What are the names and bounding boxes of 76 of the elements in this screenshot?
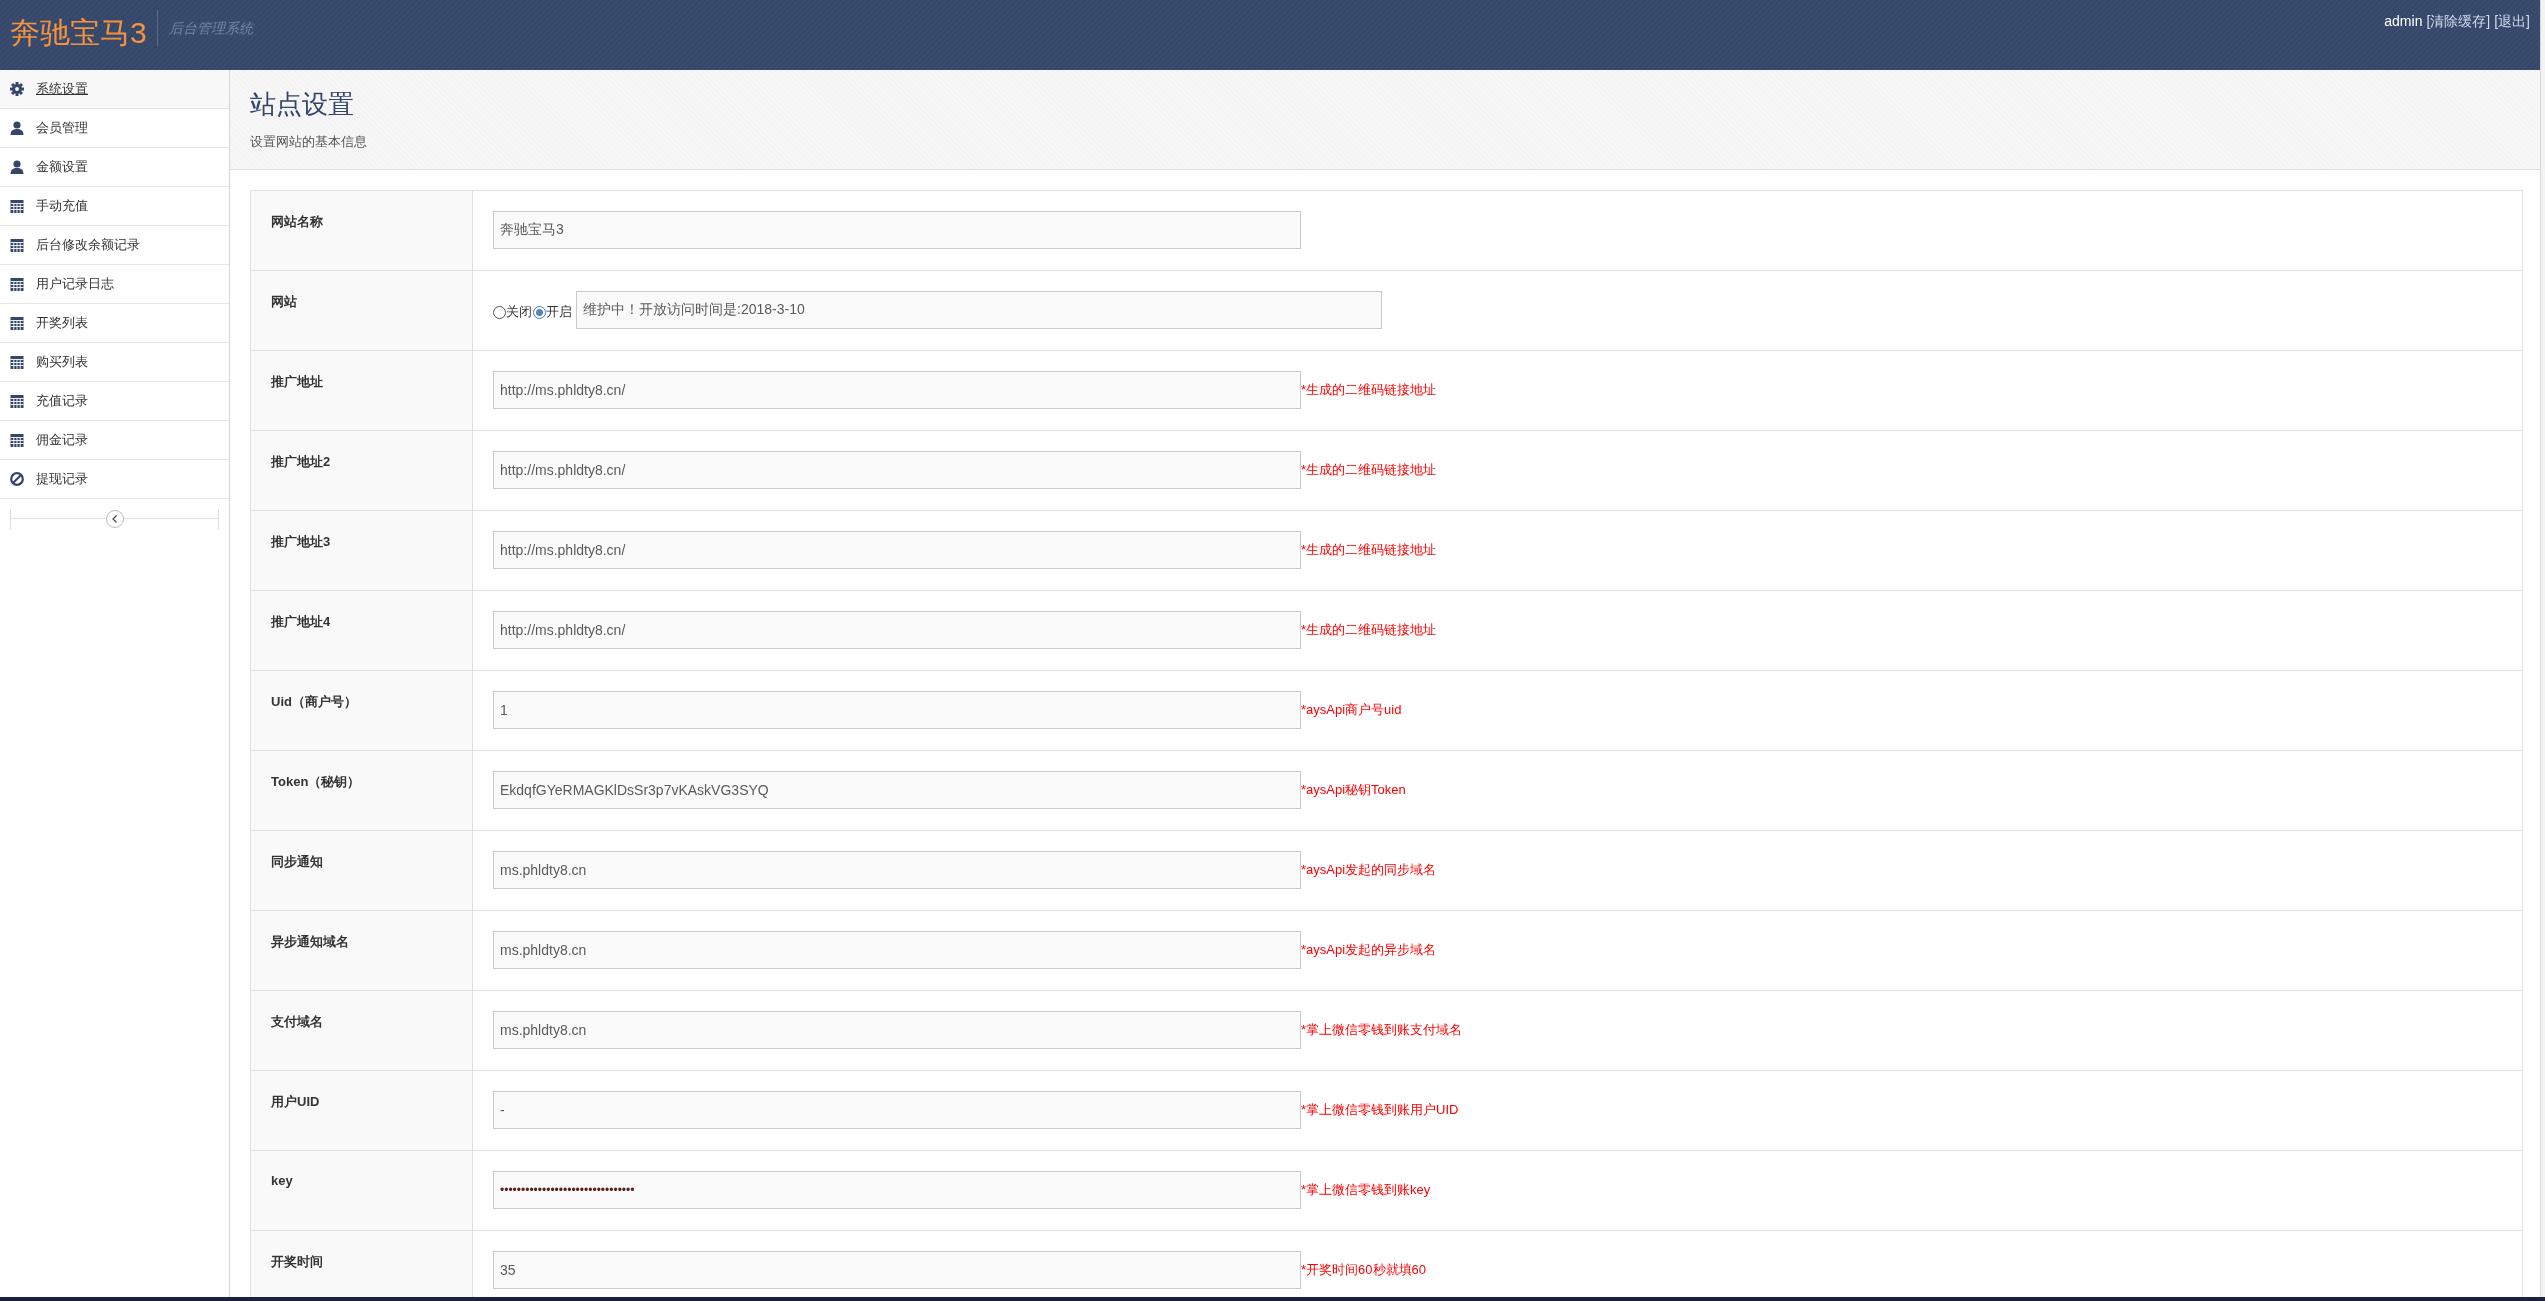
person-icon — [10, 160, 24, 174]
radio-button[interactable] — [493, 305, 506, 319]
field-hint: *掌上微信零钱到账key — [1301, 1181, 1431, 1199]
text-field[interactable]: 奔驰宝马3 — [493, 211, 1301, 249]
sidebar-item[interactable]: 佣金记录 — [0, 421, 229, 460]
field-hint: *生成的二维码链接地址 — [1301, 381, 1437, 399]
field-hint: *生成的二维码链接地址 — [1301, 461, 1437, 479]
field-hint: *生成的二维码链接地址 — [1301, 621, 1437, 639]
sidebar-item[interactable]: 充值记录 — [0, 382, 229, 421]
text-field[interactable]: ms.phldty8.cn — [493, 931, 1301, 969]
field-hint: *掌上微信零钱到账支付域名 — [1301, 1021, 1463, 1039]
text-field[interactable]: ms.phldty8.cn — [493, 851, 1301, 889]
calendar-icon — [10, 394, 24, 408]
text-field[interactable]: 维护中！开放访问时间是:2018-3-10 — [576, 291, 1382, 329]
person-icon — [10, 121, 24, 135]
text-field[interactable]: EkdqfGYeRMAGKlDsSr3p7vKAskVG3SYQ — [493, 771, 1301, 809]
text-field[interactable]: http://ms.phldty8.cn/ — [493, 531, 1301, 569]
field-hint: *aysApi发起的异步域名 — [1301, 941, 1437, 959]
scrollbar[interactable] — [2540, 0, 2545, 1297]
radio-label: 开启 — [546, 303, 572, 321]
calendar-icon — [10, 238, 24, 252]
field-hint: *aysApi发起的同步域名 — [1301, 861, 1437, 879]
field-hint: *生成的二维码链接地址 — [1301, 541, 1437, 559]
field-hint: *开奖时间60秒就填60 — [1301, 1261, 1426, 1279]
field-label: Token（秘钥） — [250, 750, 473, 831]
field-hint: *掌上微信零钱到账用户UID — [1301, 1101, 1459, 1119]
text-field[interactable]: http://ms.phldty8.cn/ — [493, 451, 1301, 489]
sidebar-item[interactable]: 手动充值 — [0, 187, 229, 226]
calendar-icon — [10, 316, 24, 330]
collapse-sidebar-button[interactable] — [105, 510, 124, 528]
chevron-left-icon — [110, 515, 119, 523]
field-label: 推广地址3 — [250, 510, 473, 591]
text-field[interactable]: 1 — [493, 691, 1301, 729]
field-label: 网站名称 — [250, 190, 473, 271]
logo-text: 奔驰宝马3 — [10, 16, 147, 50]
page-title: 站点设置 — [250, 88, 354, 120]
field-hint: *aysApi秘钥Token — [1301, 781, 1406, 799]
system-subtitle: 后台管理系统 — [168, 20, 253, 38]
calendar-icon — [10, 433, 24, 447]
field-label: 推广地址4 — [250, 590, 473, 671]
username: admin — [2384, 13, 2423, 31]
sidebar-item[interactable]: 提现记录 — [0, 460, 229, 499]
logout-link[interactable]: [退出] — [2494, 13, 2530, 31]
sidebar-item[interactable]: 购买列表 — [0, 343, 229, 382]
field-label: key — [250, 1150, 473, 1231]
gear-icon — [10, 82, 24, 96]
sidebar-item[interactable]: 系统设置 — [0, 70, 229, 109]
sidebar-item[interactable]: 用户记录日志 — [0, 265, 229, 304]
radio-label: 关闭 — [506, 303, 532, 321]
text-field[interactable]: 35 — [493, 1251, 1301, 1289]
sidebar-item[interactable]: 开奖列表 — [0, 304, 229, 343]
page-subtitle: 设置网站的基本信息 — [250, 134, 367, 149]
clear-cache-link[interactable]: [清除缓存] — [2426, 13, 2491, 31]
sidebar-item[interactable]: 金额设置 — [0, 148, 229, 187]
field-label: 开奖时间 — [250, 1230, 473, 1297]
calendar-icon — [10, 355, 24, 369]
text-field[interactable]: http://ms.phldty8.cn/ — [493, 371, 1301, 409]
field-label: 推广地址2 — [250, 430, 473, 511]
radio-button[interactable] — [533, 305, 546, 319]
field-label: 支付域名 — [250, 990, 473, 1071]
field-label: Uid（商户号） — [250, 670, 473, 751]
field-label: 网站 — [250, 270, 473, 351]
calendar-icon — [10, 199, 24, 213]
text-field[interactable]: http://ms.phldty8.cn/ — [493, 611, 1301, 649]
ban-icon — [10, 472, 24, 486]
field-label: 同步通知 — [250, 830, 473, 911]
field-label: 推广地址 — [250, 350, 473, 431]
text-field[interactable]: ms.phldty8.cn — [493, 1011, 1301, 1049]
field-label: 异步通知域名 — [250, 910, 473, 991]
sidebar-item[interactable]: 后台修改余额记录 — [0, 226, 229, 265]
text-field[interactable]: - — [493, 1091, 1301, 1129]
sidebar-item[interactable]: 会员管理 — [0, 109, 229, 148]
calendar-icon — [10, 277, 24, 291]
field-label: 用户UID — [250, 1070, 473, 1151]
password-field[interactable]: •••••••••••••••••••••••••••••••• — [493, 1171, 1301, 1209]
field-hint: *aysApi商户号uid — [1301, 701, 1402, 719]
